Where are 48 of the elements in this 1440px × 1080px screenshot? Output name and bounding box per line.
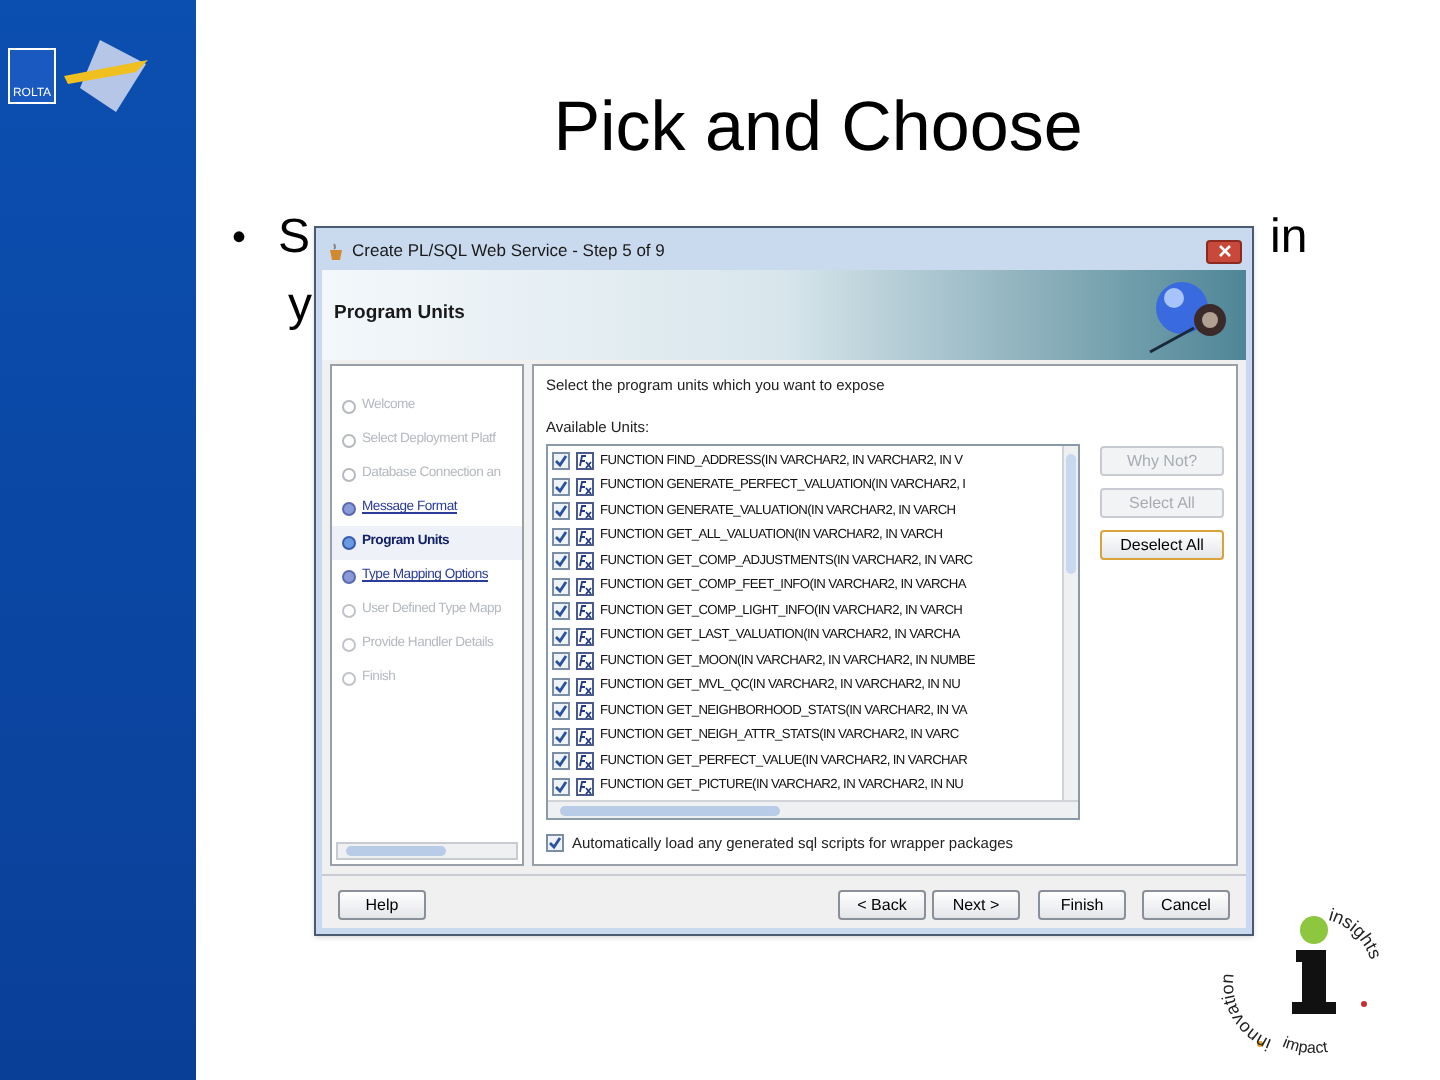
function-icon bbox=[576, 627, 594, 646]
function-icon bbox=[576, 502, 594, 521]
checkbox[interactable] bbox=[552, 727, 570, 746]
close-icon bbox=[1217, 244, 1231, 259]
cup-icon bbox=[326, 241, 346, 262]
checkbox[interactable] bbox=[552, 552, 570, 571]
bullet: • bbox=[232, 213, 247, 263]
function-icon bbox=[576, 677, 594, 696]
function-icon bbox=[576, 777, 594, 796]
dialog-button[interactable]: Help bbox=[338, 890, 426, 921]
bullet-text: S bbox=[278, 207, 311, 267]
function-icon bbox=[576, 702, 594, 721]
dialog-button[interactable]: Deselect All bbox=[1100, 530, 1224, 561]
bullet-text: y bbox=[288, 275, 312, 333]
dialog-button[interactable]: < Back bbox=[838, 890, 926, 921]
close-button[interactable] bbox=[1206, 239, 1242, 264]
window-title: Create PL/SQL Web Service - Step 5 of 9 bbox=[352, 238, 665, 265]
scrollbar[interactable] bbox=[548, 800, 1078, 819]
function-icon bbox=[576, 477, 594, 496]
checkbox[interactable] bbox=[552, 502, 570, 521]
checkbox[interactable] bbox=[552, 777, 570, 796]
checkbox[interactable] bbox=[552, 577, 570, 596]
function-icon bbox=[576, 527, 594, 546]
checkbox[interactable] bbox=[552, 477, 570, 496]
checkbox[interactable] bbox=[552, 752, 570, 771]
checkbox[interactable] bbox=[552, 627, 570, 646]
checkbox[interactable] bbox=[546, 834, 564, 853]
header-title: Program Units bbox=[334, 300, 465, 329]
function-icon bbox=[576, 452, 594, 471]
slide-title: Pick and Choose bbox=[553, 86, 1083, 170]
checkbox[interactable] bbox=[552, 527, 570, 546]
dialog-button[interactable]: Finish bbox=[1038, 890, 1126, 921]
function-icon bbox=[576, 552, 594, 571]
checkbox[interactable] bbox=[552, 652, 570, 671]
function-icon bbox=[576, 727, 594, 746]
function-icon bbox=[576, 577, 594, 596]
dialog-button[interactable]: Cancel bbox=[1142, 890, 1230, 921]
function-icon bbox=[576, 752, 594, 771]
checkbox[interactable] bbox=[552, 677, 570, 696]
scrollbar[interactable] bbox=[1062, 446, 1078, 801]
checkbox[interactable] bbox=[552, 702, 570, 721]
checkbox[interactable] bbox=[552, 602, 570, 621]
scrollbar[interactable] bbox=[336, 841, 518, 860]
function-icon bbox=[576, 652, 594, 671]
checkbox[interactable] bbox=[552, 452, 570, 471]
function-icon bbox=[576, 602, 594, 621]
dialog-button[interactable]: Next > bbox=[932, 890, 1020, 921]
bullet-text: in bbox=[1270, 207, 1308, 267]
